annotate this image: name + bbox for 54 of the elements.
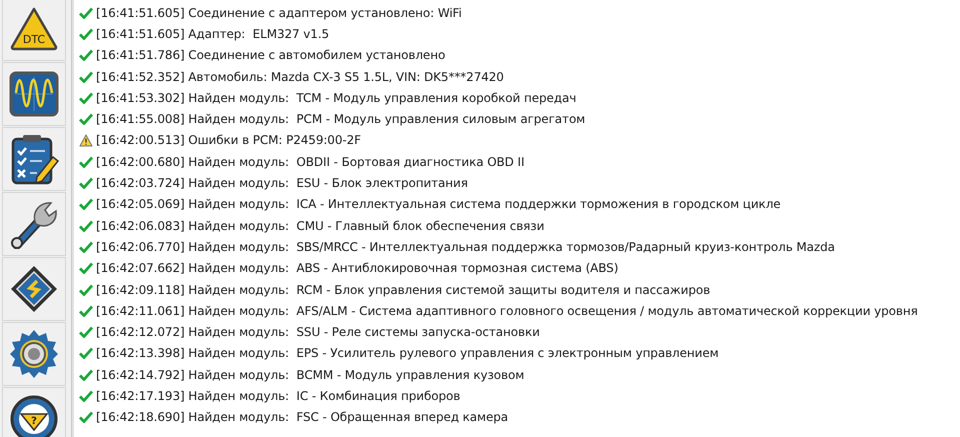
checkmark-icon (79, 92, 93, 104)
checklist-icon (9, 133, 59, 185)
checkmark-icon (79, 220, 93, 232)
sidebar-button[interactable] (2, 62, 66, 126)
checkmark-icon (79, 70, 93, 83)
gear-icon (8, 328, 60, 380)
sidebar-button[interactable] (2, 192, 66, 256)
checkmark-icon (79, 198, 93, 210)
sidebar-button[interactable] (2, 257, 66, 321)
chip-icon (9, 264, 59, 314)
wrench-icon (9, 199, 59, 249)
sidebar-button[interactable] (2, 322, 66, 386)
log-entry: [16:42:18.690] Найден модуль: FSC - Обращенная вперед камера (96, 410, 508, 424)
checkmark-icon (79, 177, 93, 190)
steering-wheel-icon: ? (9, 394, 59, 437)
sidebar-button[interactable] (2, 127, 66, 191)
log-entry: [16:42:06.083] Найден модуль: CMU - Главный блок обеспечения связи (96, 218, 544, 233)
log-entry: [16:42:14.792] Найден модуль: BCMM - Модуль управления кузовом (96, 368, 524, 382)
warning-triangle-icon: DTC (10, 7, 58, 51)
log-entry: [16:41:55.008] Найден модуль: PCM - Модуль управления силовым агрегатом (96, 112, 586, 126)
log-entry: [16:41:53.302] Найден модуль: TCM - Модуль управления коробкой передач (96, 90, 576, 105)
checkmark-icon (79, 326, 93, 338)
checkmark-icon (79, 113, 93, 126)
checkmark-icon (79, 304, 93, 317)
log-entry: [16:42:17.193] Найден модуль: IC - Комбинация приборов (96, 388, 460, 403)
log-entry: [16:42:11.061] Найден модуль: AFS/ALM - Система адаптивного головного освещения / модуль автоматической коррекции уровня (96, 304, 918, 318)
log-entry: [16:41:51.605] Адаптер: ELM327 v1.5 (96, 26, 330, 41)
log-entry: [16:42:07.662] Найден модуль: ABS - Антиблокировочная тормозная система (ABS) (96, 261, 618, 276)
log-entry: [16:42:13.398] Найден модуль: EPS - Усилитель рулевого управления с электронным управлением (96, 346, 719, 360)
log-entry: [16:41:51.786] Соединение с автомобилем установлено (96, 48, 446, 62)
log-entry: [16:42:06.770] Найден модуль: SBS/MRCC - Интеллектуальная поддержка тормозов/Радарный круиз-контроль Mazda (96, 240, 835, 254)
checkmark-icon (79, 49, 93, 62)
checkmark-icon (79, 262, 93, 274)
checkmark-icon (79, 240, 93, 253)
log-entry: [16:42:00.680] Найден модуль: OBDII - Бортовая диагностика OBD II (96, 154, 524, 169)
checkmark-icon (79, 28, 93, 40)
checkmark-icon (79, 347, 93, 360)
checkmark-icon (79, 411, 93, 424)
checkmark-icon (79, 368, 93, 381)
log-entry: [16:42:05.069] Найден модуль: ICA - Интеллектуальная система поддержки торможения в городском цикле (96, 197, 781, 212)
log-entry: [16:42:00.513] Ошибки в PCM: P2459:00-2F (96, 133, 361, 148)
log-entry: [16:41:52.352] Автомобиль: Mazda CX-3 S5 1.5L, VIN: DK5***27420 (96, 70, 504, 84)
checkmark-icon (79, 156, 93, 168)
oscilloscope-icon (9, 71, 59, 117)
checkmark-icon (79, 390, 93, 402)
log-entry: [16:42:12.072] Найден модуль: SSU - Реле системы запуска-остановки (96, 325, 540, 340)
sidebar-button[interactable]: DTC (2, 0, 66, 61)
warning-icon (79, 134, 93, 147)
sidebar-button[interactable]: ? (2, 387, 66, 437)
log-entry: [16:42:03.724] Найден модуль: ESU - Блок электропитания (96, 176, 468, 190)
log-entry: [16:41:51.605] Соединение с адаптером установлено: WiFi (96, 6, 462, 20)
checkmark-icon (79, 6, 93, 19)
checkmark-icon (79, 284, 93, 296)
log-entry: [16:42:09.118] Найден модуль: RCM - Блок управления системой защиты водителя и пассажиров (96, 282, 710, 296)
